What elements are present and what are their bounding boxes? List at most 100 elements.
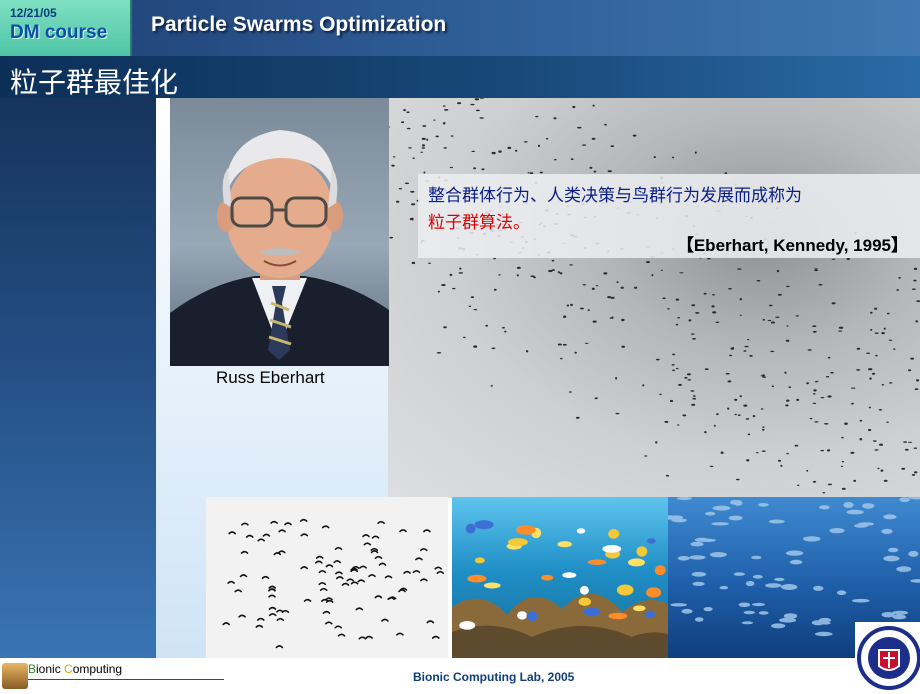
schooling-fish (814, 631, 833, 637)
reef-fish (636, 546, 648, 557)
schooling-fish (783, 613, 798, 619)
flock-bird (644, 455, 648, 457)
flock-bird (481, 168, 485, 171)
flock-bird (516, 266, 521, 269)
reef-fish (516, 525, 536, 535)
flock-bird (398, 188, 403, 190)
flock-bird (672, 156, 675, 159)
flock-bird (874, 307, 878, 310)
flock-bird (568, 391, 572, 393)
flock-bird (557, 343, 562, 346)
flock-bird (437, 290, 440, 293)
reef-fish (633, 605, 646, 612)
slide-subtitle: 粒子群最佳化 (10, 66, 179, 99)
flock-bird (535, 115, 539, 118)
flock-bird (553, 117, 557, 120)
schooling-fish (881, 528, 893, 534)
flock-bird (761, 450, 766, 452)
flock-bird (450, 135, 454, 137)
flock-bird (762, 426, 765, 428)
flock-bird (691, 304, 696, 307)
reef-fish (557, 541, 572, 548)
flock-bird (692, 397, 697, 400)
flock-bird (411, 217, 414, 220)
flock-bird (671, 364, 675, 366)
flock-bird (786, 285, 790, 288)
flock-bird (672, 353, 676, 356)
flock-bird (391, 164, 395, 167)
schooling-fish (738, 602, 751, 608)
flock-bird (786, 399, 790, 402)
flying-bird (363, 542, 372, 546)
flock-bird (824, 423, 829, 425)
quote-box: 整合群体行为、人类决策与鸟群行为发展而成称为 粒子群算法。 【Eberhart,… (418, 174, 920, 258)
flying-bird (362, 534, 370, 538)
flock-bird (664, 420, 669, 423)
schooling-fish (705, 511, 716, 516)
reef-fish (459, 621, 476, 630)
flock-bird (771, 385, 774, 388)
flying-bird (423, 529, 431, 533)
schooling-fish (703, 607, 713, 612)
flock-bird (584, 342, 589, 344)
flock-bird (752, 415, 756, 418)
flock-bird (830, 371, 834, 374)
flock-bird (675, 298, 680, 301)
flock-bird (422, 125, 427, 127)
flying-bird (325, 599, 334, 603)
flock-bird (441, 284, 446, 286)
footer-divider (28, 679, 224, 680)
flock-bird (869, 377, 872, 380)
flying-birds-image (206, 497, 448, 660)
flock-bird (562, 343, 567, 346)
flock-bird (809, 417, 813, 420)
flock-bird (768, 304, 773, 307)
flock-bird (677, 424, 680, 426)
flock-bird (827, 395, 832, 398)
flying-bird (368, 574, 376, 578)
flock-bird (853, 479, 857, 482)
flock-bird (678, 383, 682, 386)
flock-bird (893, 348, 896, 350)
flying-bird (432, 635, 440, 639)
flying-bird (281, 609, 290, 613)
flock-bird (677, 317, 681, 319)
flock-bird (493, 258, 497, 260)
flock-bird (694, 151, 697, 154)
flock-bird (523, 141, 528, 143)
flock-bird (443, 326, 447, 329)
schooling-fish (892, 614, 907, 620)
flying-bird (426, 620, 435, 624)
flock-bird (433, 119, 436, 121)
flock-bird (507, 146, 512, 150)
flying-bird (325, 621, 333, 625)
flock-bird (457, 102, 462, 105)
flock-bird (537, 144, 541, 148)
flying-bird (318, 570, 327, 574)
flock-bird (660, 269, 663, 271)
flock-bird (806, 469, 809, 472)
flying-bird (377, 520, 385, 524)
flock-bird (786, 325, 789, 327)
flock-bird (812, 325, 817, 327)
flock-bird (591, 287, 595, 290)
flock-bird (911, 288, 917, 290)
schooling-fish (741, 621, 754, 625)
flying-bird (370, 547, 379, 551)
flying-bird (335, 571, 343, 575)
flying-birds-drawing (222, 518, 445, 649)
flock-bird (780, 464, 783, 467)
flock-bird (856, 369, 861, 371)
flock-bird (607, 170, 612, 173)
flock-bird (551, 269, 555, 271)
flock-bird (592, 104, 595, 107)
reef-fish (541, 574, 554, 581)
flying-bird (315, 560, 323, 564)
flock-bird (403, 109, 406, 112)
flock-bird (904, 448, 909, 451)
flock-bird (770, 321, 775, 324)
flock-bird (611, 316, 614, 319)
schooling-fish (883, 514, 897, 520)
flock-bird (879, 443, 883, 446)
flock-bird (737, 268, 742, 270)
